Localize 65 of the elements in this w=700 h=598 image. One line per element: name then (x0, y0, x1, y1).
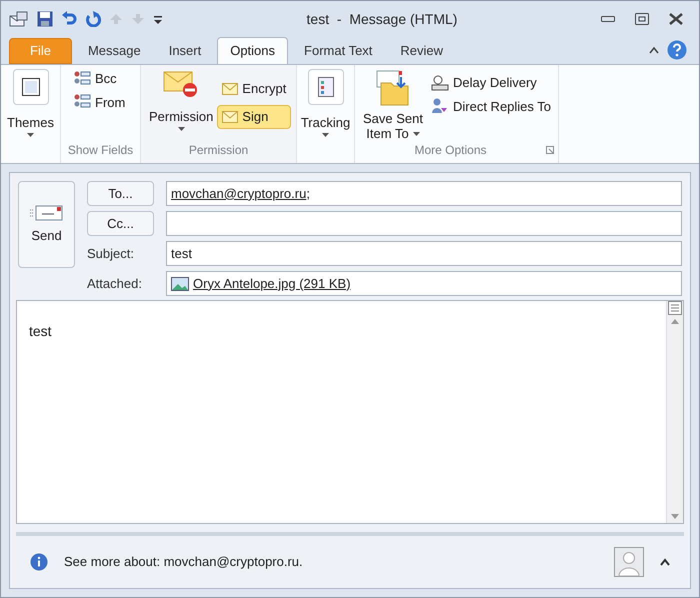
dropdown-caret-icon (178, 126, 185, 130)
undo-icon[interactable] (61, 11, 77, 27)
window-title: test - Message (HTML) (306, 10, 458, 29)
subject-field[interactable]: test (166, 241, 682, 266)
group-label: More Options (413, 142, 488, 159)
ribbon-tab[interactable]: Insert (156, 38, 214, 64)
scrollbar[interactable] (666, 301, 683, 523)
themes-button-background[interactable] (12, 69, 48, 105)
image-file-icon (171, 276, 189, 290)
redo-icon[interactable] (85, 11, 101, 27)
group-label: Permission (188, 142, 250, 159)
save-icon[interactable] (37, 11, 53, 27)
checklist-icon (318, 77, 334, 97)
themes-button[interactable]: Themes (7, 113, 54, 136)
collapse-ribbon-icon[interactable] (649, 46, 659, 54)
dropdown-caret-icon (412, 132, 420, 136)
save-sent-item-button[interactable]: Save Sent Item To (363, 69, 423, 141)
attachment-field[interactable]: Oryx Antelope.jpg (291 KB) (166, 271, 682, 296)
expand-pane-icon[interactable] (660, 558, 670, 566)
cc-button[interactable]: Cc... (87, 211, 154, 236)
to-button[interactable]: To... (87, 181, 154, 206)
folder-icon (375, 69, 411, 107)
mail-app-icon[interactable] (9, 10, 29, 28)
group-label: Show Fields (66, 142, 134, 159)
send-button[interactable]: Send (18, 181, 75, 268)
info-icon (30, 553, 48, 571)
tracking-button[interactable]: Tracking (300, 113, 350, 136)
to-field[interactable]: movchan@cryptopro.ru; (166, 181, 682, 206)
people-list-icon (73, 94, 91, 110)
people-list-icon (73, 70, 91, 87)
cc-field[interactable] (166, 211, 682, 236)
show-field-button[interactable]: Bcc (73, 69, 140, 88)
envelope-icon (222, 111, 238, 123)
toggle-button[interactable]: Encrypt (217, 77, 292, 101)
subject-label: Subject: (87, 244, 135, 263)
dropdown-caret-icon (322, 132, 329, 136)
people-arrow-icon (431, 98, 449, 114)
people-pane-text: See more about: movchan@cryptopro.ru. (64, 553, 304, 572)
close-icon[interactable] (669, 13, 683, 25)
ribbon-tab[interactable]: Format Text (292, 38, 384, 64)
themes-icon (22, 78, 40, 96)
ribbon-tab[interactable]: Review (388, 38, 456, 64)
ribbon-tab[interactable]: Message (76, 38, 153, 64)
attached-label: Attached: (87, 274, 143, 293)
dropdown-caret-icon (27, 132, 34, 136)
recipient-link[interactable]: movchan@cryptopro.ru (171, 184, 306, 204)
envelope-blocked-icon (163, 69, 200, 99)
contact-avatar-icon (614, 547, 644, 577)
option-button[interactable]: Direct Replies To (431, 96, 552, 116)
show-field-button[interactable]: From (73, 92, 140, 112)
help-icon[interactable] (667, 40, 687, 60)
dialog-launcher-icon[interactable] (546, 146, 554, 154)
maximize-icon[interactable] (635, 13, 649, 25)
separator-text: ; (306, 184, 310, 203)
ribbon-tab[interactable]: Options (217, 37, 288, 64)
envelope-icon (222, 83, 238, 95)
tracking-button-background[interactable] (308, 69, 344, 105)
toggle-button[interactable]: Sign (217, 105, 292, 129)
envelope-icon (30, 204, 64, 222)
message-body[interactable]: test (16, 300, 684, 524)
minimize-icon[interactable] (601, 15, 615, 23)
permission-button[interactable]: Permission (149, 69, 214, 141)
attachment-link[interactable]: Oryx Antelope.jpg (291 KB) (193, 274, 351, 294)
option-button[interactable]: Delay Delivery (431, 73, 552, 92)
body-text: test (29, 323, 52, 339)
